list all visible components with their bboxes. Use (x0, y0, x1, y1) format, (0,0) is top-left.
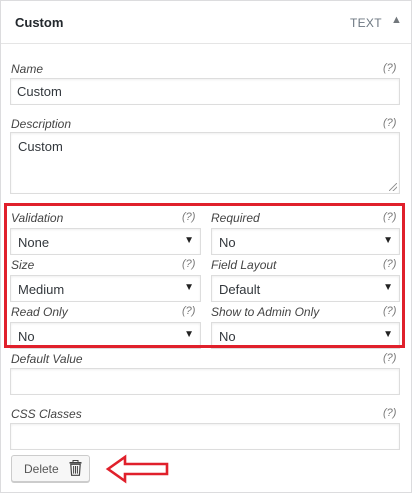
default-value-label: Default Value (11, 352, 83, 366)
name-help-icon[interactable]: (?) (383, 62, 396, 74)
trash-icon (69, 460, 82, 476)
css-classes-input[interactable] (10, 423, 400, 450)
description-help-icon[interactable]: (?) (383, 117, 396, 129)
default-value-help-icon[interactable]: (?) (383, 352, 396, 364)
delete-button-label: Delete (24, 462, 59, 476)
description-textarea[interactable]: Custom (10, 132, 400, 194)
name-label: Name (11, 62, 44, 76)
name-input[interactable] (10, 78, 400, 105)
description-label: Description (11, 117, 72, 131)
field-title: Custom (15, 15, 64, 30)
highlight-box (4, 203, 405, 348)
css-classes-label: CSS Classes (11, 407, 82, 421)
description-value: Custom (18, 139, 63, 154)
field-header[interactable]: Custom TEXT ▲ (1, 1, 411, 44)
css-classes-help-icon[interactable]: (?) (383, 407, 396, 419)
resize-grip-icon[interactable] (389, 183, 397, 191)
field-type-label: TEXT (350, 16, 382, 30)
triangle-up-icon[interactable]: ▲ (391, 14, 402, 26)
default-value-input[interactable] (10, 368, 400, 395)
left-arrow-icon (105, 454, 169, 484)
delete-button[interactable]: Delete (11, 455, 90, 482)
